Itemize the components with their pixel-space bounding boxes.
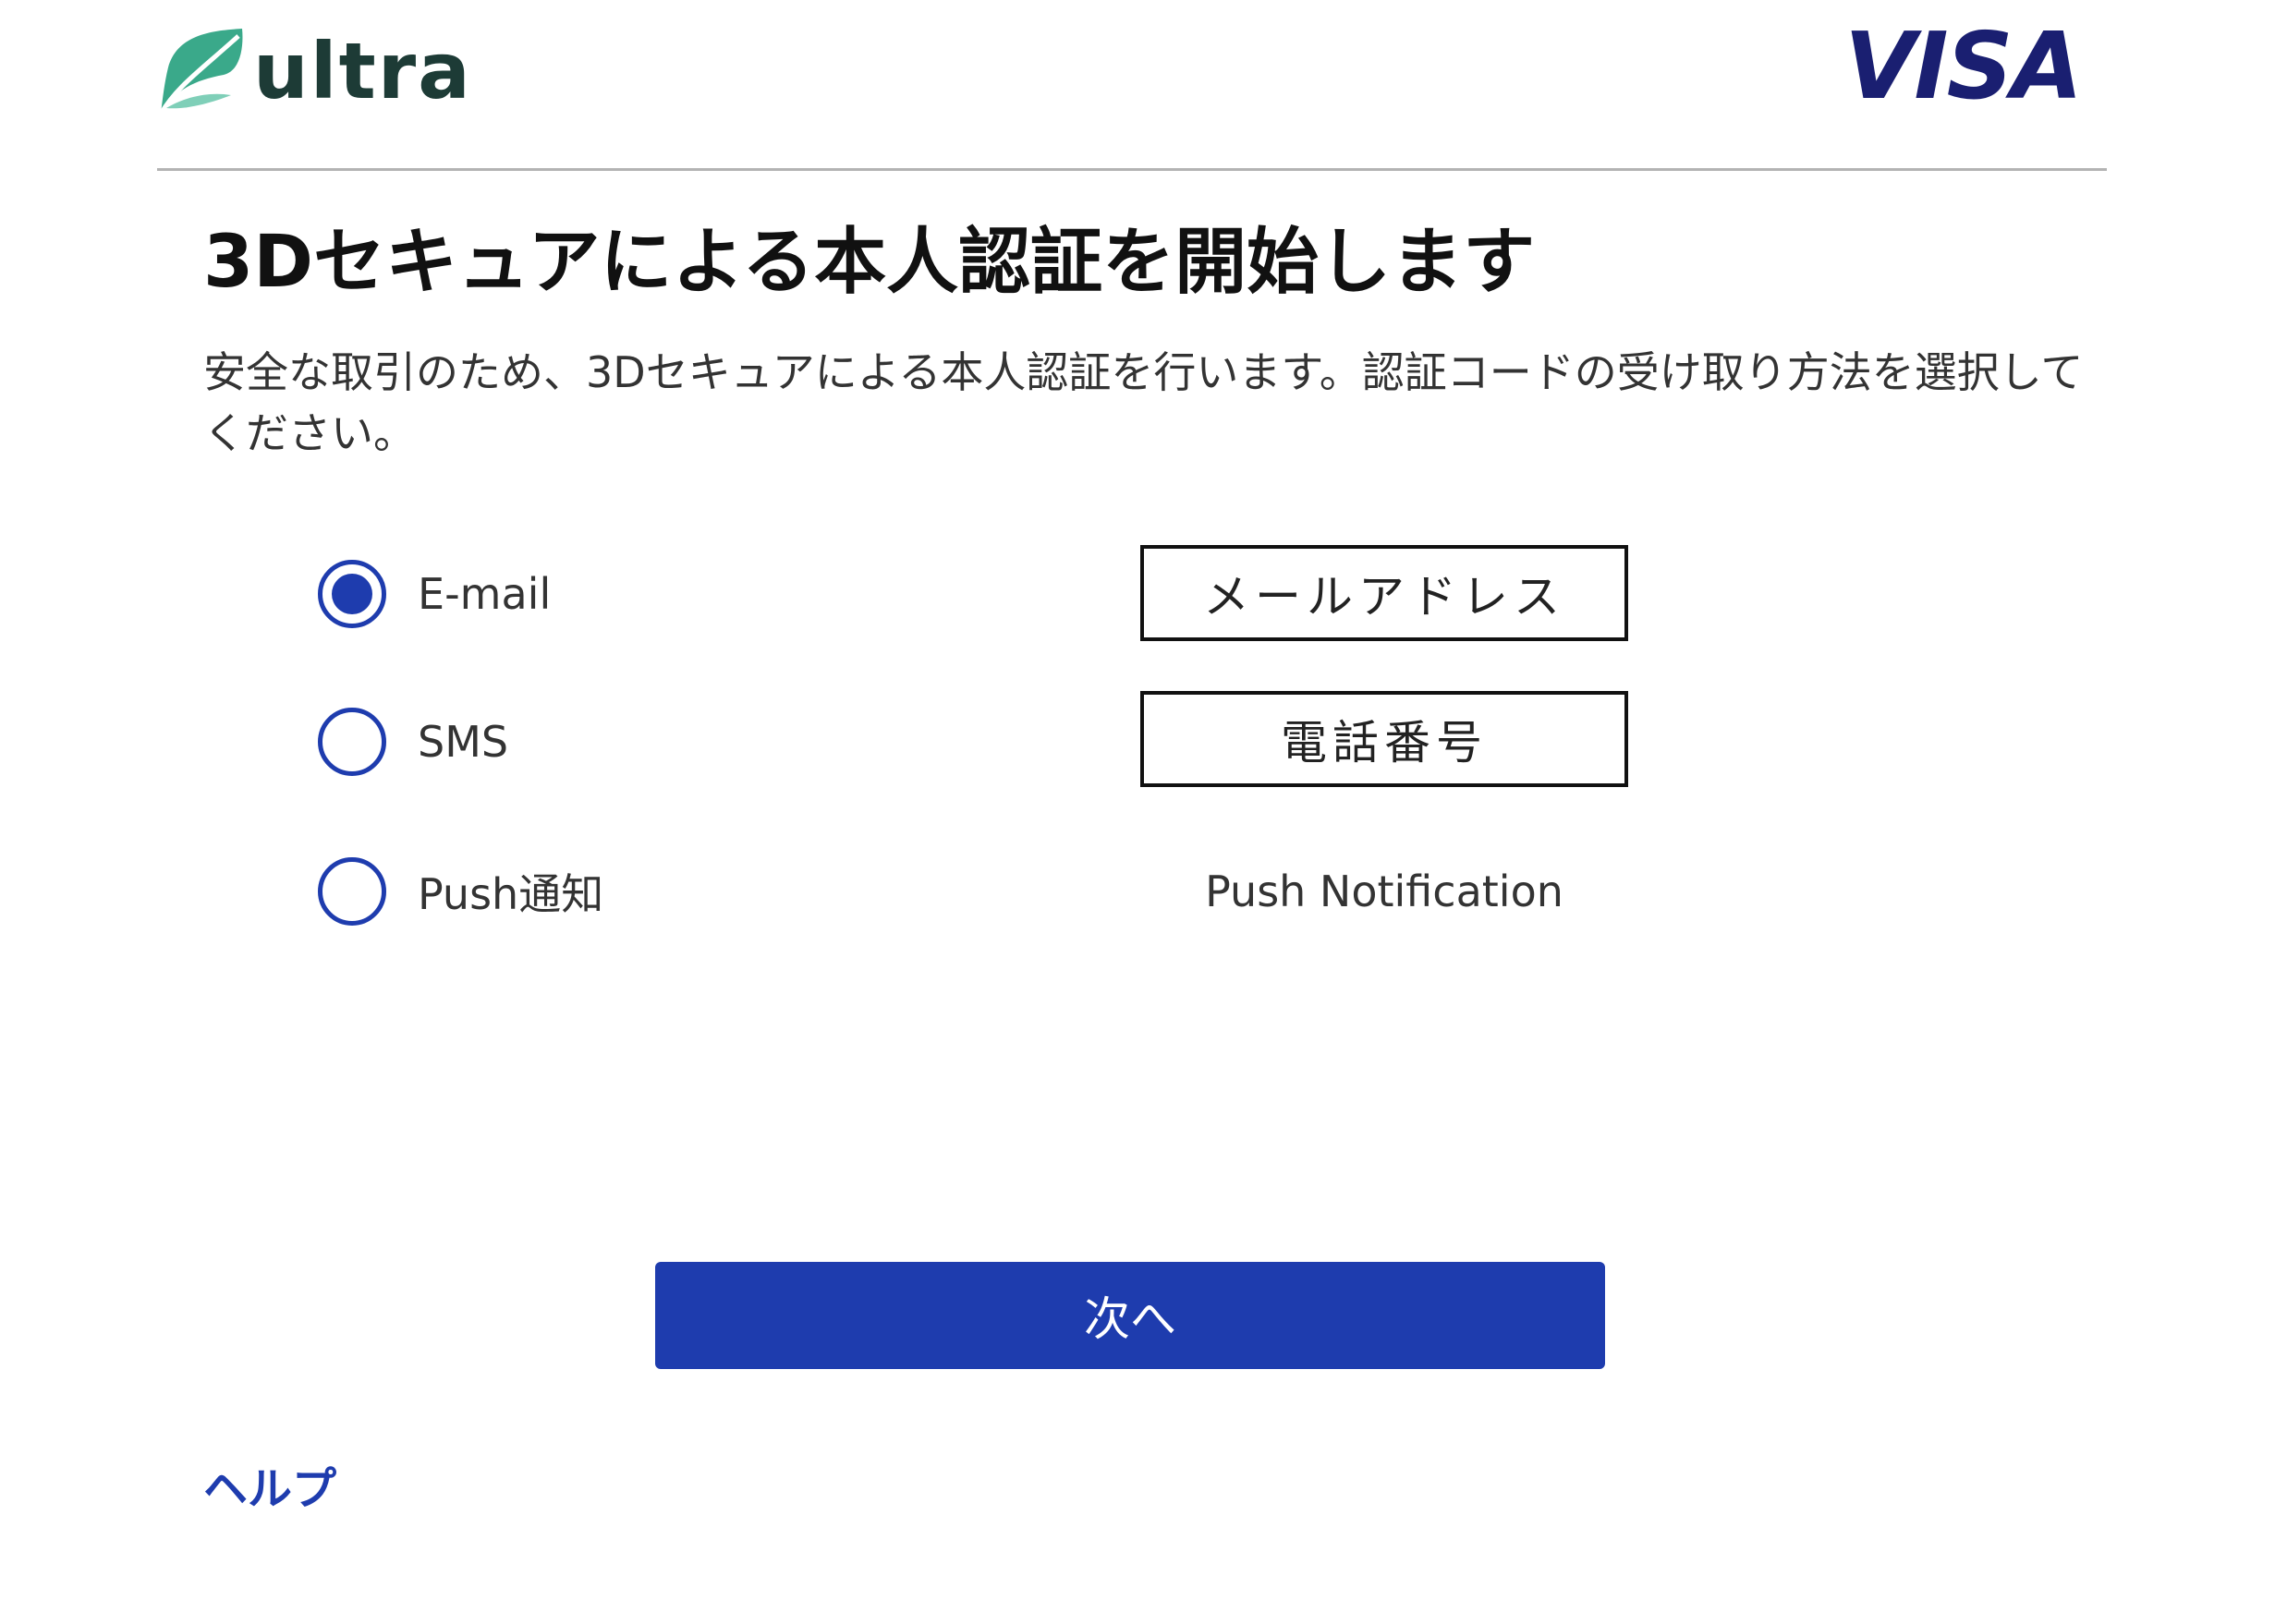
option-email-label: E-mail [418, 569, 552, 619]
option-sms[interactable]: SMS [318, 700, 508, 783]
radio-email[interactable] [318, 560, 386, 628]
help-link[interactable]: ヘルプ [203, 1452, 336, 1517]
leaf-logo-icon [158, 29, 243, 115]
logo-text: ultra [253, 26, 472, 116]
next-button[interactable]: 次へ [655, 1262, 1605, 1369]
push-notification-text: Push Notification [1205, 867, 1563, 916]
email-address-box: メールアドレス [1140, 545, 1628, 641]
visa-logo: VISA [1843, 12, 2083, 120]
radio-sms[interactable] [318, 708, 386, 776]
radio-push[interactable] [318, 857, 386, 926]
page-description: 安全な取引のため、3Dセキュアによる本人認証を行います。認証コードの受け取り方法… [203, 347, 2084, 458]
option-sms-label: SMS [418, 717, 509, 767]
option-push-label: Push通知 [418, 869, 604, 919]
ultra-logo: ultra [157, 20, 472, 122]
phone-number-box: 電話番号 [1140, 691, 1628, 787]
page-title: 3Dセキュアによる本人認証を開始します [203, 221, 1536, 304]
header: ultra VISA [157, 0, 2107, 171]
option-email[interactable]: E-mail [318, 552, 551, 636]
option-push[interactable]: Push通知 [318, 850, 603, 933]
